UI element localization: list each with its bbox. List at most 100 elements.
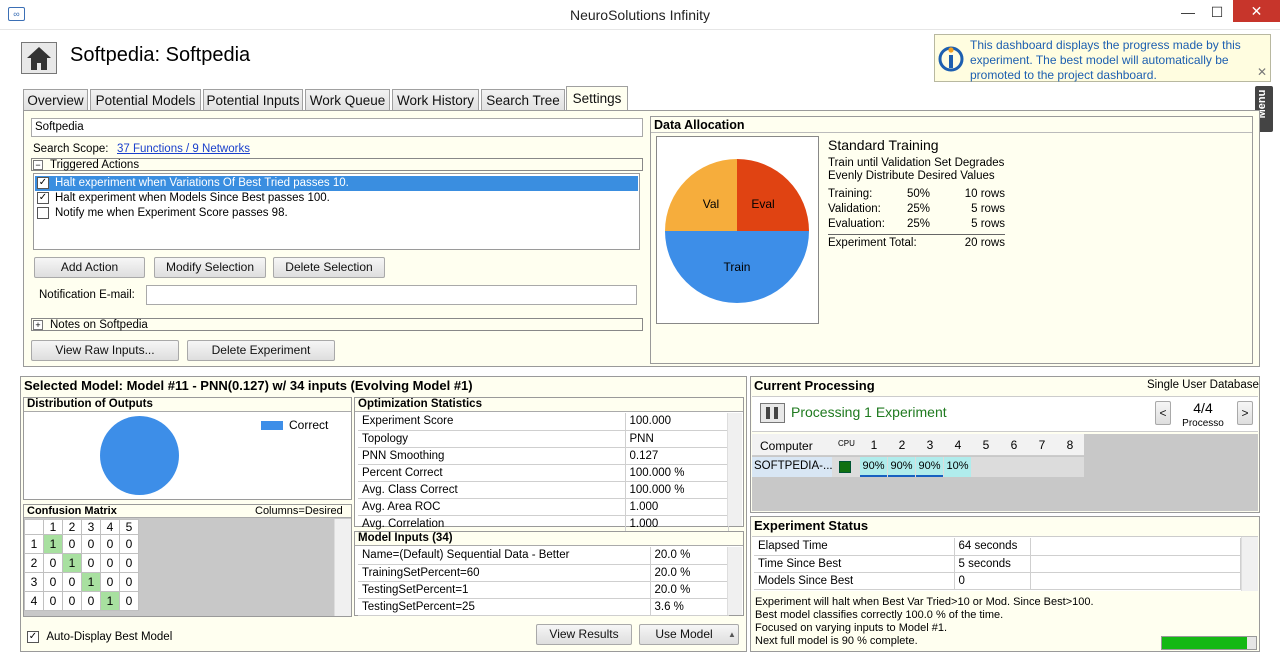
action-label: Halt experiment when Variations Of Best … (55, 177, 349, 189)
core-column-header: 8 (1066, 438, 1074, 452)
notes-title: Notes on Softpedia (50, 319, 148, 331)
notes-header: + Notes on Softpedia (31, 318, 643, 331)
search-scope-label: Search Scope: (33, 143, 109, 155)
core-load: 90% (860, 457, 887, 477)
tab-work-history[interactable]: Work History (392, 89, 479, 111)
core-load: 90% (916, 457, 943, 477)
table-row: TestingSetPercent=1 20.0 % (358, 581, 729, 599)
distribution-title: Distribution of Outputs (27, 398, 153, 410)
distribution-panel: Distribution of Outputs Correct (23, 397, 352, 500)
status-message: Focused on varying inputs to Model #1. (755, 622, 948, 634)
pause-icon (766, 407, 778, 419)
core-column-header: 5 (982, 438, 990, 452)
experiment-status-table: Elapsed Time 64 seconds Time Since Best 5 … (752, 536, 1258, 591)
tab-work-queue[interactable]: Work Queue (305, 89, 390, 111)
actions-list: ✓ Halt experiment when Variations Of Bes… (33, 173, 640, 250)
alloc-rows: 5 rows (971, 218, 1005, 230)
alloc-pct: 25% (907, 203, 931, 215)
modify-selection-button[interactable]: Modify Selection (154, 257, 266, 278)
core-load: 90% (888, 457, 915, 477)
current-processing-title: Current Processing (754, 378, 875, 393)
close-button[interactable]: ✕ (1233, 0, 1280, 22)
confusion-matrix-table: 12345 110000 201000 300100 400010 (24, 519, 139, 611)
info-close-icon[interactable]: ✕ (1257, 65, 1267, 79)
distribution-pie (100, 416, 179, 495)
table-row: PNN Smoothing 0.127 (358, 447, 729, 465)
auto-display-checkbox[interactable]: ✓ Auto-Display Best Model (27, 629, 172, 643)
processor-label: Processo (1182, 418, 1224, 429)
next-processor-button[interactable]: > (1237, 401, 1253, 425)
training-rule: Train until Validation Set Degrades (828, 157, 1005, 169)
experiment-name-input[interactable]: Softpedia (31, 118, 643, 137)
tab-overview[interactable]: Overview (23, 89, 88, 111)
prev-processor-button[interactable]: < (1155, 401, 1171, 425)
table-row: Avg. Class Correct 100.000 % (358, 481, 729, 499)
status-scrollbar[interactable] (1241, 537, 1258, 591)
tab-search-tree[interactable]: Search Tree (481, 89, 565, 111)
table-row: Name=(Default) Sequential Data - Better 2… (358, 547, 729, 565)
status-messages: Experiment will halt when Best Var Tried… (755, 596, 1155, 648)
chevron-left-icon: < (1159, 406, 1167, 420)
search-scope-link[interactable]: 37 Functions / 9 Networks (117, 143, 250, 155)
action-label: Halt experiment when Models Since Best p… (55, 192, 330, 204)
table-row: TrainingSetPercent=60 20.0 % (358, 564, 729, 582)
confusion-scrollbar[interactable] (334, 519, 351, 616)
table-row: Experiment Score 100.000 (358, 413, 729, 431)
maximize-button[interactable]: ☐ (1200, 0, 1234, 24)
data-allocation-title: Data Allocation (654, 118, 745, 132)
email-field[interactable] (146, 285, 637, 305)
delete-experiment-button[interactable]: Delete Experiment (187, 340, 335, 361)
tab-potential-inputs[interactable]: Potential Inputs (203, 89, 303, 111)
status-message: Best model classifies correctly 100.0 % … (755, 609, 1004, 621)
home-button[interactable] (21, 42, 57, 74)
page-title: Softpedia: Softpedia (70, 44, 251, 66)
add-action-button[interactable]: Add Action (34, 257, 145, 278)
action-checkbox[interactable]: ✓ (37, 192, 49, 204)
use-model-label: Use Model (655, 627, 713, 641)
home-icon (27, 47, 51, 70)
alloc-label: Validation: (828, 203, 881, 215)
table-row: 300100 (24, 572, 139, 592)
pie-label-val: Val (703, 197, 719, 211)
list-item[interactable]: ✓ Halt experiment when Variations Of Bes… (35, 176, 638, 191)
triggered-actions-title: Triggered Actions (50, 159, 140, 171)
view-results-button[interactable]: View Results (536, 624, 632, 645)
action-checkbox[interactable]: ✓ (37, 177, 49, 189)
table-row: 400010 (24, 591, 139, 611)
delete-selection-button[interactable]: Delete Selection (273, 257, 385, 278)
use-model-button[interactable]: Use Model ▲ (639, 624, 739, 645)
view-raw-inputs-button[interactable]: View Raw Inputs... (31, 340, 179, 361)
dropdown-icon: ▲ (728, 630, 736, 639)
table-row[interactable]: SOFTPEDIA-... 90% 90% 90% 10% (752, 457, 1084, 477)
processor-page: 4/4 (1193, 400, 1213, 416)
core-column-header: 4 (954, 438, 962, 452)
table-row: Percent Correct 100.000 % (358, 464, 729, 482)
action-label: Notify me when Experiment Score passes 9… (55, 207, 288, 219)
list-item[interactable]: ✓ Halt experiment when Models Since Best… (35, 191, 638, 206)
action-checkbox[interactable] (37, 207, 49, 219)
checkbox-icon[interactable]: ✓ (27, 630, 39, 643)
window-title: NeuroSolutions Infinity (569, 7, 711, 23)
alloc-pct: 50% (907, 188, 931, 200)
tab-potential-models[interactable]: Potential Models (90, 89, 201, 111)
experiment-status-title: Experiment Status (754, 518, 869, 533)
model-inputs-scrollbar[interactable] (727, 547, 742, 615)
alloc-label: Training: (828, 188, 873, 200)
alloc-rows: 5 rows (971, 203, 1005, 215)
optimization-scrollbar[interactable] (727, 413, 742, 526)
collapse-icon[interactable]: − (33, 160, 43, 170)
legend-swatch (261, 421, 283, 430)
expand-icon[interactable]: + (33, 320, 43, 330)
info-banner: This dashboard displays the progress mad… (934, 34, 1271, 82)
table-row: 201000 (24, 553, 139, 573)
pie-slice-eval (737, 159, 809, 231)
title-bar: ∞ NeuroSolutions Infinity — ☐ ✕ (0, 0, 1280, 30)
info-text: This dashboard displays the progress mad… (970, 38, 1241, 82)
pause-button[interactable] (760, 403, 785, 423)
training-distribution: Evenly Distribute Desired Values (828, 170, 995, 182)
list-item[interactable]: Notify me when Experiment Score passes 9… (35, 206, 638, 221)
model-inputs-table: Name=(Default) Sequential Data - Better 2… (358, 547, 729, 616)
computer-name: SOFTPEDIA-... (752, 457, 833, 477)
tab-settings[interactable]: Settings (566, 86, 628, 111)
table-row: Avg. Area ROC 1.000 (358, 498, 729, 516)
